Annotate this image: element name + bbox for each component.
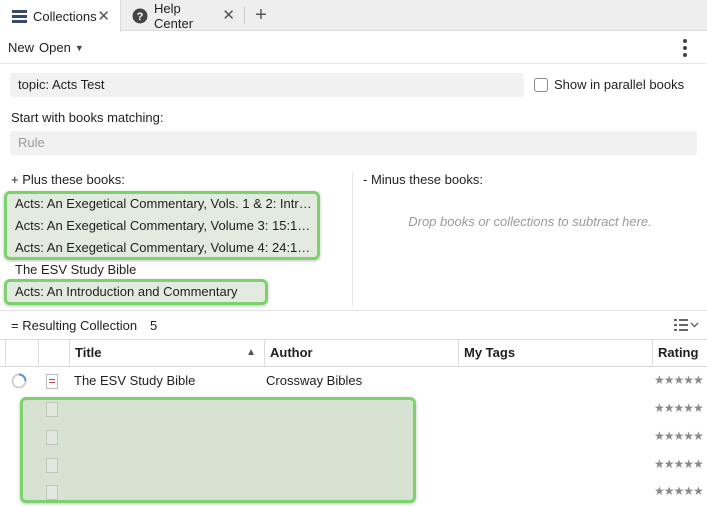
collections-icon — [11, 8, 27, 24]
section-divider — [0, 310, 707, 311]
status-column-header[interactable] — [5, 340, 38, 366]
book-icon — [46, 374, 58, 389]
tags-column-header[interactable]: My Tags — [458, 340, 652, 366]
tab-separator — [244, 7, 245, 24]
view-options-icon[interactable] — [674, 318, 700, 332]
icon-column-header[interactable] — [38, 340, 69, 366]
pane-divider — [352, 172, 353, 306]
open-menu-button[interactable]: Open ▼ — [39, 40, 84, 55]
book-icon — [46, 485, 58, 500]
plus-book-item[interactable]: Acts: An Exegetical Commentary, Vols. 1 … — [15, 196, 317, 211]
row-title: The ESV Study Bible — [74, 373, 196, 388]
rating-stars[interactable]: ★★★★★ — [654, 401, 707, 415]
start-with-label: Start with books matching: — [11, 110, 164, 125]
more-options-icon[interactable] — [680, 39, 690, 57]
collection-query-input[interactable]: topic: Acts Test — [10, 73, 524, 97]
table-row[interactable]: ★★★★★ — [0, 395, 707, 423]
rating-stars[interactable]: ★★★★★ — [654, 484, 707, 498]
parallel-books-toggle[interactable]: Show in parallel books — [534, 77, 684, 92]
plus-book-item[interactable]: Acts: An Exegetical Commentary, Volume 3… — [15, 218, 317, 233]
resulting-collection-count: 5 — [150, 318, 158, 333]
help-icon: ? — [132, 8, 148, 24]
title-column-label: Title — [75, 345, 102, 360]
tab-bar: Collections ✕ ? Help Center ✕ + — [0, 0, 707, 32]
minus-books-title: - Minus these books: — [363, 172, 483, 187]
title-column-header[interactable]: Title ▲ — [69, 340, 264, 366]
plus-book-item[interactable]: Acts: An Exegetical Commentary, Volume 4… — [15, 240, 317, 255]
table-row[interactable]: ★★★★★ — [0, 451, 707, 479]
tab-label: Help Center — [154, 0, 194, 31]
minus-drop-hint: Drop books or collections to subtract he… — [408, 214, 652, 229]
open-label: Open — [39, 40, 71, 55]
rating-stars[interactable]: ★★★★★ — [654, 429, 707, 443]
table-row[interactable]: ★★★★★ — [0, 423, 707, 451]
tab-collections[interactable]: Collections ✕ — [0, 0, 121, 32]
resulting-collection-label: = Resulting Collection — [11, 318, 138, 333]
add-tab-icon[interactable]: + — [252, 4, 270, 26]
chevron-down-icon: ▼ — [74, 42, 84, 53]
rating-stars[interactable]: ★★★★★ — [654, 457, 707, 471]
table-header: Title ▲ Author My Tags Rating — [0, 339, 707, 367]
book-icon — [46, 402, 58, 417]
tab-help-center[interactable]: ? Help Center ✕ — [121, 0, 245, 31]
close-icon[interactable]: ✕ — [97, 9, 110, 24]
table-row[interactable]: The ESV Study Bible Crossway Bibles ★★★★… — [0, 367, 707, 395]
book-icon — [46, 458, 58, 473]
rating-stars[interactable]: ★★★★★ — [654, 373, 707, 387]
tab-label: Collections — [33, 8, 97, 24]
row-author: Crossway Bibles — [266, 373, 363, 388]
book-icon — [46, 430, 58, 445]
svg-text:?: ? — [137, 11, 144, 23]
plus-books-title: + Plus these books: — [11, 172, 125, 187]
toolbar: New Open ▼ — [0, 32, 707, 64]
plus-book-item[interactable]: The ESV Study Bible — [15, 262, 136, 277]
parallel-books-label: Show in parallel books — [554, 77, 685, 92]
table-row[interactable]: ★★★★★ — [0, 478, 707, 506]
new-button[interactable]: New — [8, 40, 34, 55]
author-column-header[interactable]: Author — [264, 340, 458, 366]
sort-ascending-icon: ▲ — [246, 347, 256, 358]
loading-spinner-icon — [11, 373, 27, 389]
rating-column-header[interactable]: Rating — [652, 340, 707, 366]
plus-book-item[interactable]: Acts: An Introduction and Commentary — [15, 284, 238, 299]
parallel-books-checkbox[interactable] — [534, 77, 548, 92]
close-icon[interactable]: ✕ — [222, 8, 235, 23]
rule-input[interactable]: Rule — [10, 131, 697, 155]
